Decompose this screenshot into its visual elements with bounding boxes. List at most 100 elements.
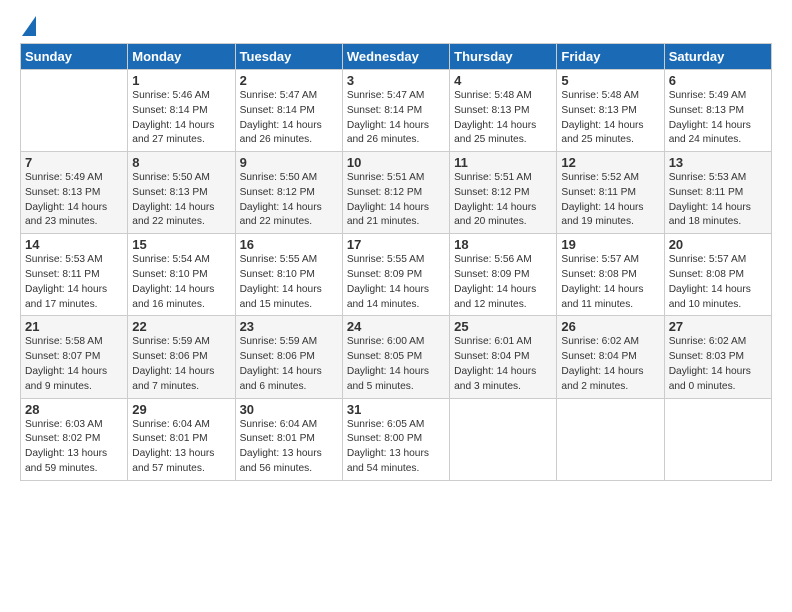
calendar-cell bbox=[557, 398, 664, 480]
day-number: 9 bbox=[240, 155, 338, 170]
day-number: 31 bbox=[347, 402, 445, 417]
calendar-cell: 4Sunrise: 5:48 AM Sunset: 8:13 PM Daylig… bbox=[450, 70, 557, 152]
page: SundayMondayTuesdayWednesdayThursdayFrid… bbox=[0, 0, 792, 491]
calendar-cell: 16Sunrise: 5:55 AM Sunset: 8:10 PM Dayli… bbox=[235, 234, 342, 316]
day-number: 16 bbox=[240, 237, 338, 252]
calendar-cell: 24Sunrise: 6:00 AM Sunset: 8:05 PM Dayli… bbox=[342, 316, 449, 398]
calendar-cell: 15Sunrise: 5:54 AM Sunset: 8:10 PM Dayli… bbox=[128, 234, 235, 316]
day-info: Sunrise: 6:02 AM Sunset: 8:04 PM Dayligh… bbox=[561, 335, 659, 394]
day-number: 17 bbox=[347, 237, 445, 252]
calendar-header-row: SundayMondayTuesdayWednesdayThursdayFrid… bbox=[21, 44, 772, 70]
day-info: Sunrise: 5:46 AM Sunset: 8:14 PM Dayligh… bbox=[132, 89, 230, 148]
calendar-cell: 31Sunrise: 6:05 AM Sunset: 8:00 PM Dayli… bbox=[342, 398, 449, 480]
day-info: Sunrise: 5:49 AM Sunset: 8:13 PM Dayligh… bbox=[669, 89, 767, 148]
day-info: Sunrise: 5:58 AM Sunset: 8:07 PM Dayligh… bbox=[25, 335, 123, 394]
calendar-week-5: 28Sunrise: 6:03 AM Sunset: 8:02 PM Dayli… bbox=[21, 398, 772, 480]
calendar-cell: 6Sunrise: 5:49 AM Sunset: 8:13 PM Daylig… bbox=[664, 70, 771, 152]
calendar-header-friday: Friday bbox=[557, 44, 664, 70]
day-number: 4 bbox=[454, 73, 552, 88]
day-info: Sunrise: 5:55 AM Sunset: 8:09 PM Dayligh… bbox=[347, 253, 445, 312]
calendar-cell: 3Sunrise: 5:47 AM Sunset: 8:14 PM Daylig… bbox=[342, 70, 449, 152]
calendar-cell: 1Sunrise: 5:46 AM Sunset: 8:14 PM Daylig… bbox=[128, 70, 235, 152]
day-info: Sunrise: 5:49 AM Sunset: 8:13 PM Dayligh… bbox=[25, 171, 123, 230]
calendar-cell: 12Sunrise: 5:52 AM Sunset: 8:11 PM Dayli… bbox=[557, 152, 664, 234]
calendar-cell: 21Sunrise: 5:58 AM Sunset: 8:07 PM Dayli… bbox=[21, 316, 128, 398]
calendar-cell: 22Sunrise: 5:59 AM Sunset: 8:06 PM Dayli… bbox=[128, 316, 235, 398]
calendar-cell: 13Sunrise: 5:53 AM Sunset: 8:11 PM Dayli… bbox=[664, 152, 771, 234]
logo-icon bbox=[22, 16, 36, 36]
day-info: Sunrise: 5:55 AM Sunset: 8:10 PM Dayligh… bbox=[240, 253, 338, 312]
day-number: 25 bbox=[454, 319, 552, 334]
calendar-cell: 30Sunrise: 6:04 AM Sunset: 8:01 PM Dayli… bbox=[235, 398, 342, 480]
day-info: Sunrise: 5:59 AM Sunset: 8:06 PM Dayligh… bbox=[240, 335, 338, 394]
day-info: Sunrise: 5:50 AM Sunset: 8:12 PM Dayligh… bbox=[240, 171, 338, 230]
day-info: Sunrise: 6:04 AM Sunset: 8:01 PM Dayligh… bbox=[132, 418, 230, 477]
calendar-cell: 7Sunrise: 5:49 AM Sunset: 8:13 PM Daylig… bbox=[21, 152, 128, 234]
day-info: Sunrise: 5:53 AM Sunset: 8:11 PM Dayligh… bbox=[25, 253, 123, 312]
calendar-cell: 5Sunrise: 5:48 AM Sunset: 8:13 PM Daylig… bbox=[557, 70, 664, 152]
day-info: Sunrise: 5:47 AM Sunset: 8:14 PM Dayligh… bbox=[347, 89, 445, 148]
calendar-week-1: 1Sunrise: 5:46 AM Sunset: 8:14 PM Daylig… bbox=[21, 70, 772, 152]
calendar-cell: 18Sunrise: 5:56 AM Sunset: 8:09 PM Dayli… bbox=[450, 234, 557, 316]
header bbox=[20, 16, 772, 37]
day-info: Sunrise: 5:57 AM Sunset: 8:08 PM Dayligh… bbox=[669, 253, 767, 312]
day-info: Sunrise: 5:48 AM Sunset: 8:13 PM Dayligh… bbox=[561, 89, 659, 148]
day-number: 7 bbox=[25, 155, 123, 170]
day-info: Sunrise: 6:05 AM Sunset: 8:00 PM Dayligh… bbox=[347, 418, 445, 477]
day-info: Sunrise: 5:51 AM Sunset: 8:12 PM Dayligh… bbox=[454, 171, 552, 230]
calendar-header-thursday: Thursday bbox=[450, 44, 557, 70]
day-number: 11 bbox=[454, 155, 552, 170]
calendar-cell: 26Sunrise: 6:02 AM Sunset: 8:04 PM Dayli… bbox=[557, 316, 664, 398]
calendar-cell: 11Sunrise: 5:51 AM Sunset: 8:12 PM Dayli… bbox=[450, 152, 557, 234]
day-number: 1 bbox=[132, 73, 230, 88]
day-info: Sunrise: 6:03 AM Sunset: 8:02 PM Dayligh… bbox=[25, 418, 123, 477]
calendar-cell bbox=[21, 70, 128, 152]
calendar-cell bbox=[450, 398, 557, 480]
calendar-cell: 25Sunrise: 6:01 AM Sunset: 8:04 PM Dayli… bbox=[450, 316, 557, 398]
day-number: 21 bbox=[25, 319, 123, 334]
day-info: Sunrise: 6:02 AM Sunset: 8:03 PM Dayligh… bbox=[669, 335, 767, 394]
day-info: Sunrise: 5:54 AM Sunset: 8:10 PM Dayligh… bbox=[132, 253, 230, 312]
day-number: 19 bbox=[561, 237, 659, 252]
day-number: 15 bbox=[132, 237, 230, 252]
day-number: 24 bbox=[347, 319, 445, 334]
calendar-header-saturday: Saturday bbox=[664, 44, 771, 70]
day-info: Sunrise: 5:56 AM Sunset: 8:09 PM Dayligh… bbox=[454, 253, 552, 312]
day-number: 20 bbox=[669, 237, 767, 252]
calendar-header-sunday: Sunday bbox=[21, 44, 128, 70]
day-number: 29 bbox=[132, 402, 230, 417]
day-info: Sunrise: 5:47 AM Sunset: 8:14 PM Dayligh… bbox=[240, 89, 338, 148]
day-number: 28 bbox=[25, 402, 123, 417]
day-info: Sunrise: 5:50 AM Sunset: 8:13 PM Dayligh… bbox=[132, 171, 230, 230]
calendar-cell: 28Sunrise: 6:03 AM Sunset: 8:02 PM Dayli… bbox=[21, 398, 128, 480]
calendar-header-wednesday: Wednesday bbox=[342, 44, 449, 70]
day-info: Sunrise: 5:53 AM Sunset: 8:11 PM Dayligh… bbox=[669, 171, 767, 230]
logo bbox=[20, 16, 36, 37]
day-number: 23 bbox=[240, 319, 338, 334]
day-number: 5 bbox=[561, 73, 659, 88]
calendar-week-3: 14Sunrise: 5:53 AM Sunset: 8:11 PM Dayli… bbox=[21, 234, 772, 316]
day-number: 3 bbox=[347, 73, 445, 88]
day-info: Sunrise: 5:57 AM Sunset: 8:08 PM Dayligh… bbox=[561, 253, 659, 312]
day-number: 22 bbox=[132, 319, 230, 334]
calendar-week-4: 21Sunrise: 5:58 AM Sunset: 8:07 PM Dayli… bbox=[21, 316, 772, 398]
calendar-header-tuesday: Tuesday bbox=[235, 44, 342, 70]
day-number: 6 bbox=[669, 73, 767, 88]
calendar-cell: 27Sunrise: 6:02 AM Sunset: 8:03 PM Dayli… bbox=[664, 316, 771, 398]
day-number: 18 bbox=[454, 237, 552, 252]
day-info: Sunrise: 6:01 AM Sunset: 8:04 PM Dayligh… bbox=[454, 335, 552, 394]
calendar-cell: 23Sunrise: 5:59 AM Sunset: 8:06 PM Dayli… bbox=[235, 316, 342, 398]
calendar-cell bbox=[664, 398, 771, 480]
day-number: 30 bbox=[240, 402, 338, 417]
day-number: 8 bbox=[132, 155, 230, 170]
calendar-week-2: 7Sunrise: 5:49 AM Sunset: 8:13 PM Daylig… bbox=[21, 152, 772, 234]
day-number: 12 bbox=[561, 155, 659, 170]
calendar-cell: 17Sunrise: 5:55 AM Sunset: 8:09 PM Dayli… bbox=[342, 234, 449, 316]
day-number: 10 bbox=[347, 155, 445, 170]
day-info: Sunrise: 6:00 AM Sunset: 8:05 PM Dayligh… bbox=[347, 335, 445, 394]
calendar-cell: 2Sunrise: 5:47 AM Sunset: 8:14 PM Daylig… bbox=[235, 70, 342, 152]
calendar-cell: 19Sunrise: 5:57 AM Sunset: 8:08 PM Dayli… bbox=[557, 234, 664, 316]
day-number: 14 bbox=[25, 237, 123, 252]
day-info: Sunrise: 5:48 AM Sunset: 8:13 PM Dayligh… bbox=[454, 89, 552, 148]
day-info: Sunrise: 6:04 AM Sunset: 8:01 PM Dayligh… bbox=[240, 418, 338, 477]
